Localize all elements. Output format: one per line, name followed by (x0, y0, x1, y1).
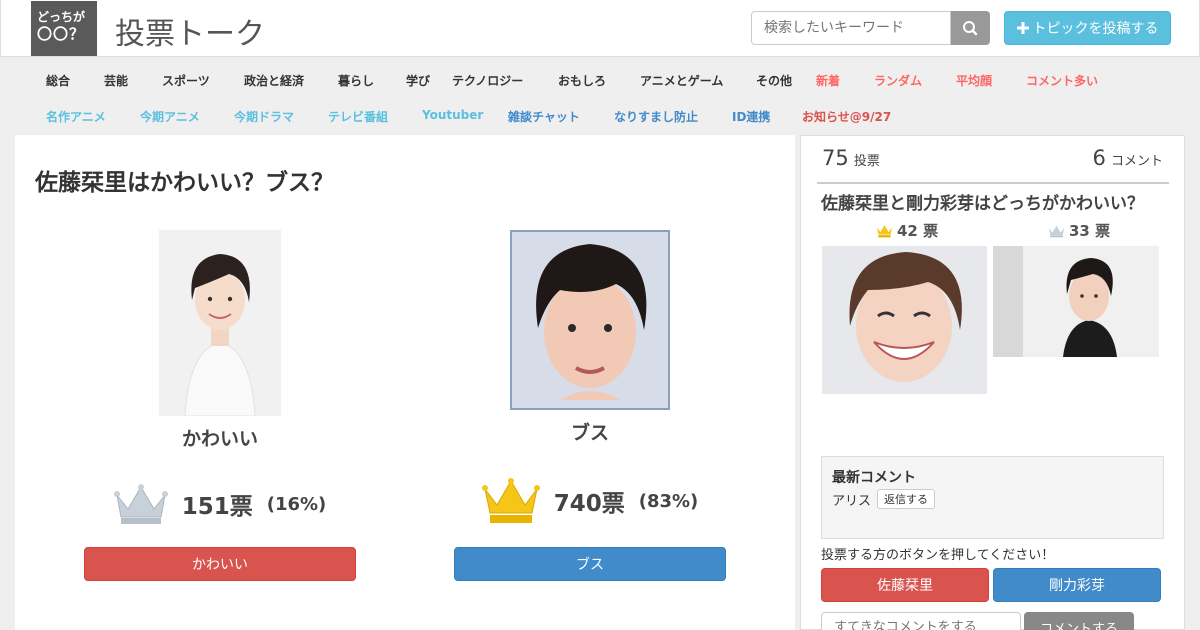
comment-count: 6 (1092, 146, 1106, 170)
option-kawaii-label: かわいい (181, 428, 258, 450)
option-b-votes: 33 票 (1069, 222, 1111, 240)
search-icon (963, 21, 978, 36)
option-kawaii: かわいい 151票 (16%) かわいい (84, 230, 356, 581)
special-nav-item[interactable]: Youtuber (422, 108, 508, 125)
category-nav-item[interactable]: おもしろ (558, 72, 640, 89)
site-title[interactable]: 投票トーク (115, 9, 265, 53)
special-nav-item[interactable]: なりすまし防止 (614, 108, 732, 125)
special-nav-item[interactable]: お知らせ@9/27 (802, 108, 891, 125)
category-nav-item[interactable]: 総合 (46, 72, 104, 89)
post-topic-label: トピックを投稿する (1032, 21, 1159, 37)
search-button[interactable] (951, 11, 990, 45)
category-nav-item[interactable]: 暮らし (338, 72, 406, 89)
option-busu-photo[interactable] (510, 230, 670, 410)
search-input[interactable] (751, 11, 951, 45)
vote-busu-button[interactable]: ブス (454, 547, 726, 581)
option-kawaii-count: 151票 (181, 494, 253, 520)
silver-crown-icon (1048, 225, 1065, 237)
category-nav-item[interactable]: ランダム (874, 72, 956, 89)
submit-comment-button[interactable]: コメントする (1024, 612, 1134, 630)
option-a-votes: 42 票 (897, 222, 939, 240)
special-nav-item[interactable]: 今期アニメ (140, 108, 234, 125)
option-busu-percent: (83%) (638, 490, 699, 512)
vote-option-a-button[interactable]: 佐藤栞里 (821, 568, 989, 602)
option-busu-count: 740票 (553, 491, 625, 517)
post-topic-button[interactable]: トピックを投稿する (1004, 11, 1171, 45)
category-nav-item[interactable]: 平均顔 (956, 72, 1026, 89)
site-logo[interactable]: どっちが 〇〇？ (31, 1, 97, 56)
category-nav-item[interactable]: 学び (406, 72, 452, 89)
special-nav-item[interactable]: 名作アニメ (46, 108, 140, 125)
vote-prompt: 投票する方のボタンを押してください！ (821, 548, 1055, 563)
vote-option-b-button[interactable]: 剛力彩芽 (993, 568, 1161, 602)
vote-unit: 投票 (853, 154, 880, 169)
category-nav-item[interactable]: その他 (756, 72, 816, 89)
special-nav-item[interactable]: テレビ番組 (328, 108, 422, 125)
vote-count: 75 (822, 146, 849, 170)
gold-crown-icon (876, 224, 893, 237)
plus-icon (1016, 22, 1029, 34)
comment-input[interactable] (821, 612, 1021, 630)
option-kawaii-photo[interactable] (159, 230, 281, 416)
special-nav-item[interactable]: ID連携 (732, 108, 802, 125)
reply-button[interactable]: 返信する (877, 489, 936, 509)
special-nav-item[interactable]: 今期ドラマ (234, 108, 328, 125)
silver-crown-icon (113, 484, 168, 524)
category-nav-item[interactable]: スポーツ (162, 72, 244, 89)
logo-line-1: どっちが (37, 10, 86, 24)
option-kawaii-votes: 151票 (16%) (84, 483, 356, 525)
gold-crown-icon (481, 478, 540, 523)
option-a-photo[interactable] (822, 246, 987, 394)
option-b-vote-count: 33 票 (1048, 220, 1110, 241)
option-a-vote-count: 42 票 (876, 220, 938, 241)
category-nav-item[interactable]: 芸能 (104, 72, 162, 89)
site-header: どっちが 〇〇？ 投票トーク トピックを投稿する (0, 0, 1200, 57)
special-nav-item[interactable]: 雑談チャット (508, 108, 614, 125)
category-nav-item[interactable]: アニメとゲーム (640, 72, 756, 89)
comment-unit: コメント (1110, 154, 1163, 169)
topic-panel: 佐藤栞里はかわいい？ブス？ かわいい 151票 (16%) かわいい ブス 74… (15, 135, 795, 630)
option-busu-votes: 740票 (83%) (454, 477, 726, 525)
latest-comment-row: アリス 返信する (832, 489, 1153, 509)
category-nav: 総合 芸能 スポーツ 政治と経済 暮らし 学び テクノロジー おもしろ アニメとゲーム その他 新着… (46, 72, 1098, 89)
category-nav-item[interactable]: コメント多い (1026, 72, 1098, 89)
special-nav: 名作アニメ 今期アニメ 今期ドラマ テレビ番組 Youtuber 雑談チャット なりすまし防… (46, 108, 891, 125)
option-kawaii-percent: (16%) (266, 493, 327, 515)
option-busu: ブス 740票 (83%) ブス (454, 230, 726, 581)
category-nav-item[interactable]: テクノロジー (452, 72, 558, 89)
category-nav-item[interactable]: 新着 (816, 72, 874, 89)
topic-stats: 75 投票 6 コメント (817, 146, 1169, 184)
logo-line-2: 〇〇？ (37, 25, 86, 43)
related-topic-panel: 75 投票 6 コメント 佐藤栞里と剛力彩芽はどっちがかわいい？ 42 票 33… (800, 135, 1185, 630)
latest-comment-box: 最新コメント アリス 返信する (821, 456, 1164, 539)
topic-title: 佐藤栞里はかわいい？ブス？ (35, 170, 334, 196)
comment-author: アリス (832, 493, 872, 509)
latest-comment-heading: 最新コメント (832, 470, 916, 486)
option-b-photo[interactable] (993, 246, 1159, 357)
option-busu-label: ブス (570, 422, 609, 444)
vote-stat: 75 投票 (822, 146, 880, 170)
related-topic-title[interactable]: 佐藤栞里と剛力彩芽はどっちがかわいい？ (821, 189, 1144, 214)
comment-stat: 6 コメント (1093, 146, 1163, 170)
vote-kawaii-button[interactable]: かわいい (84, 547, 356, 581)
category-nav-item[interactable]: 政治と経済 (244, 72, 338, 89)
